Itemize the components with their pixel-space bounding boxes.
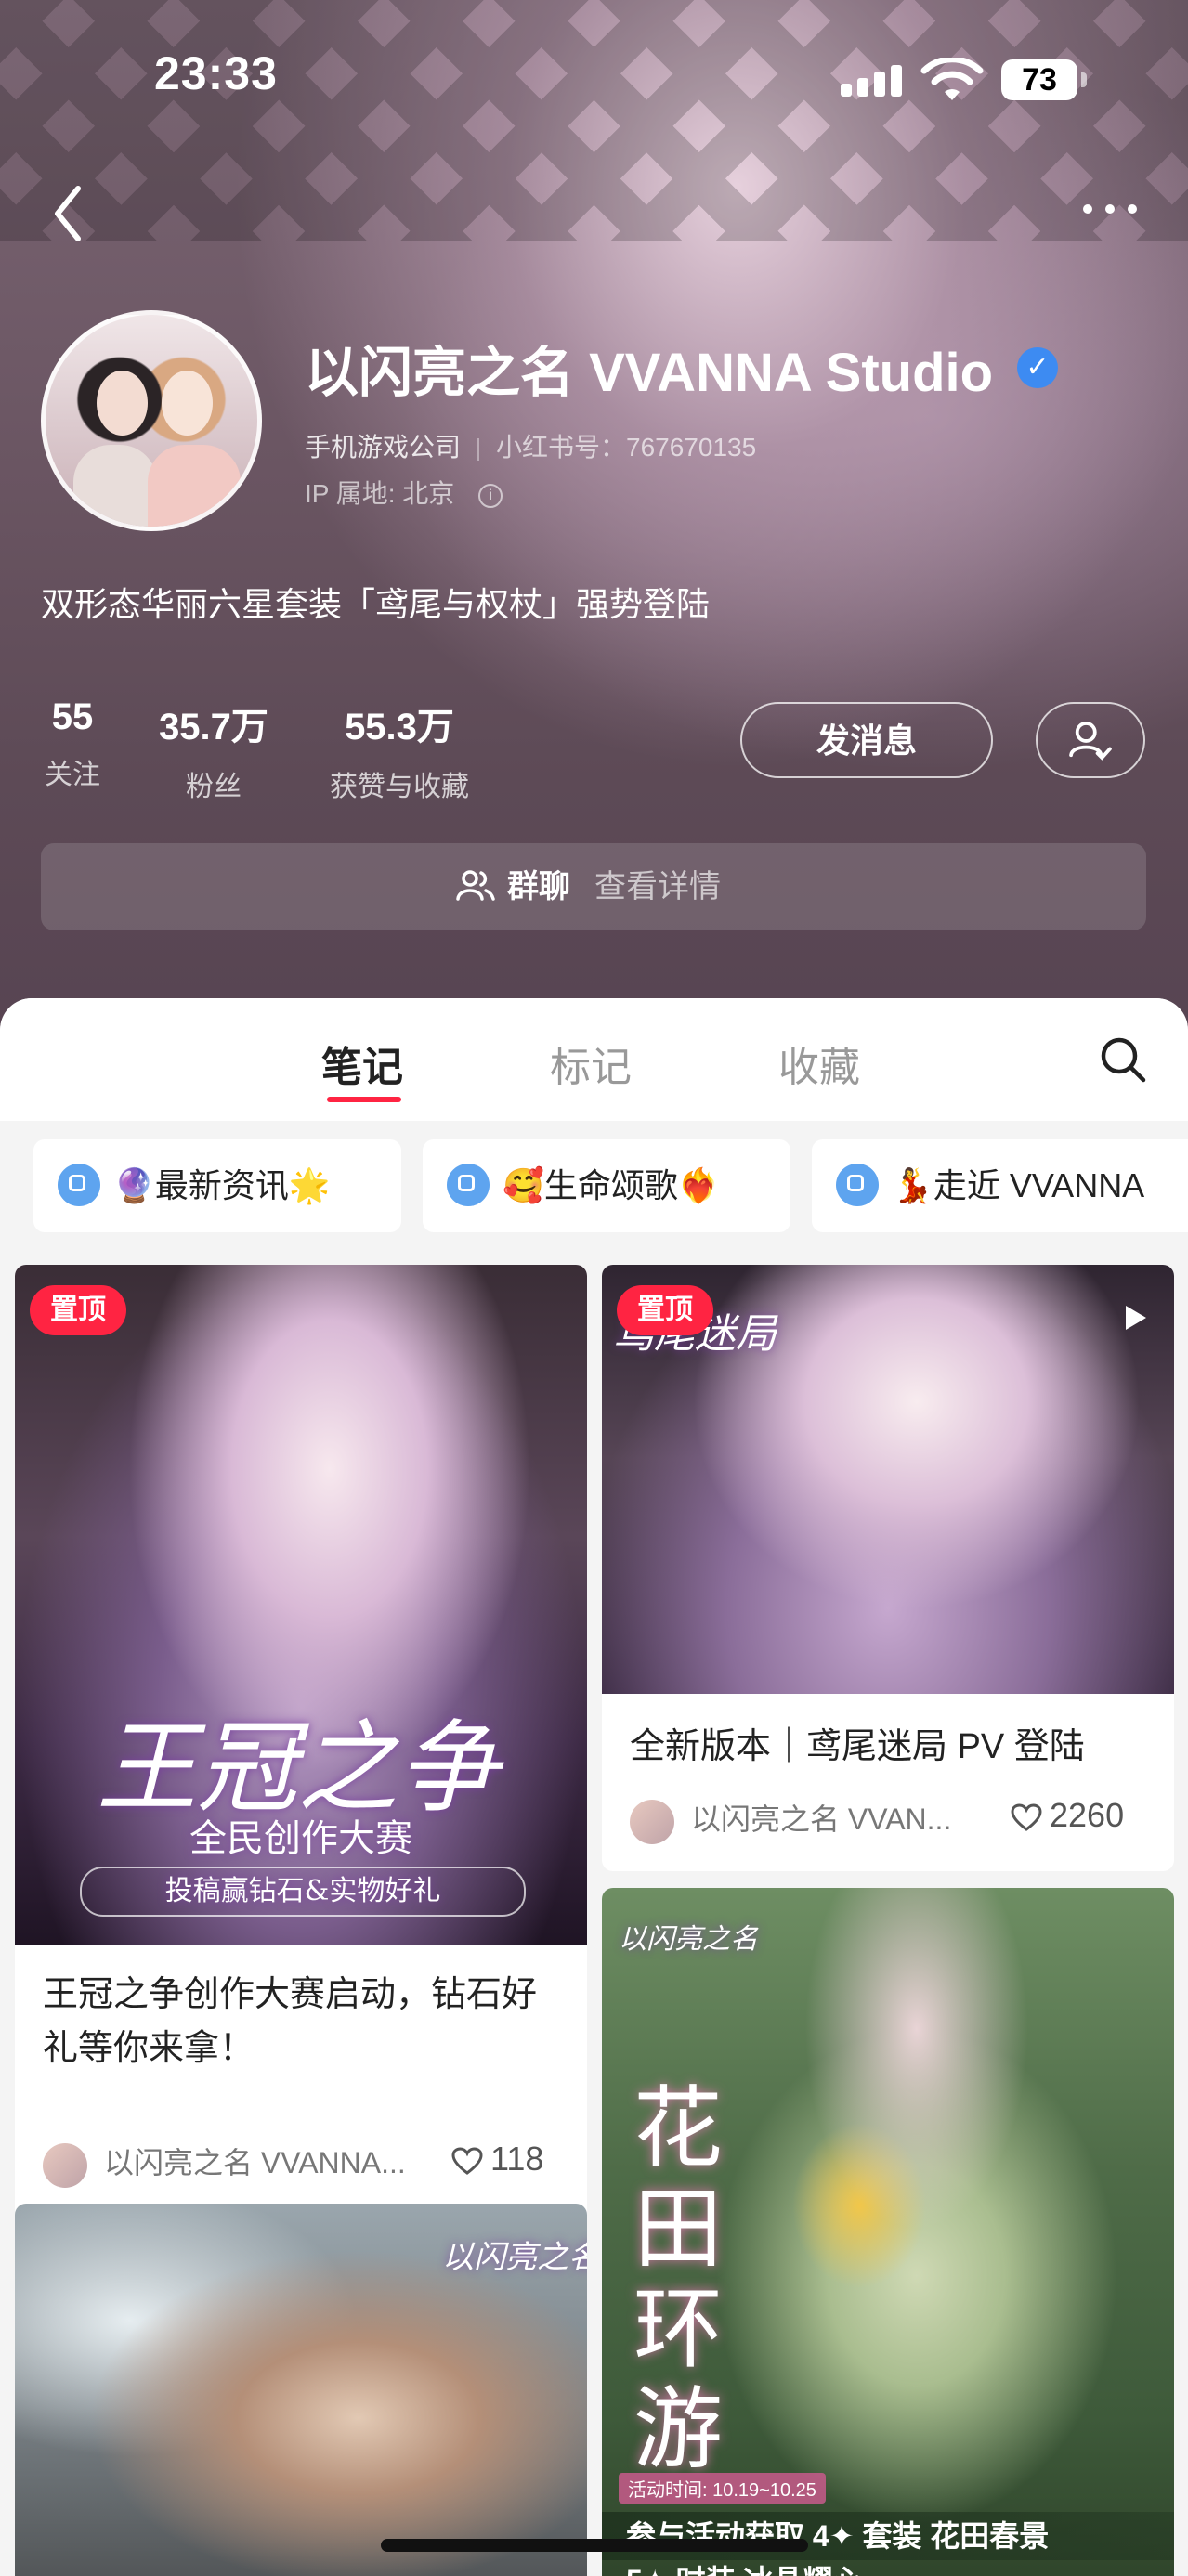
pinned-badge: 置顶 — [30, 1285, 126, 1335]
chip-about-vvanna[interactable]: 💃走近 VVANNA — [812, 1139, 1188, 1232]
cover-logo: 以闪亮之名 — [442, 2239, 587, 2276]
note-cover-image: 以闪亮之名 — [15, 2204, 587, 2576]
cover-logo: 以闪亮之名 — [619, 1923, 758, 1956]
profile-avatar[interactable] — [41, 310, 262, 531]
home-indicator[interactable] — [381, 2539, 808, 2552]
send-message-button[interactable]: 发消息 — [740, 702, 993, 778]
search-icon[interactable] — [1099, 1035, 1147, 1084]
collection-icon — [58, 1164, 100, 1207]
verified-badge-icon: ✓ — [1017, 347, 1058, 388]
header-background-pattern — [0, 0, 1188, 241]
note-cover-image: 王冠之争 全民创作大赛 投稿赢钻石&实物好礼 — [15, 1265, 587, 1945]
collection-icon — [447, 1164, 490, 1207]
like-count[interactable]: 118 — [451, 2140, 543, 2179]
battery-indicator: 73 — [1001, 59, 1087, 100]
cover-banner: 投稿赢钻石&实物好礼 — [80, 1867, 526, 1917]
stat-followers[interactable]: 35.7万 粉丝 — [149, 696, 279, 804]
chip-latest-news[interactable]: 🔮最新资讯🌟 — [33, 1139, 401, 1232]
note-card-3[interactable]: 以闪亮之名 — [15, 2204, 587, 2576]
chip-life-song[interactable]: 🥰生命颂歌❤️‍🔥 — [423, 1139, 790, 1232]
collection-chips: 🔮最新资讯🌟 🥰生命颂歌❤️‍🔥 💃走近 VVANNA — [0, 1121, 1188, 1249]
note-cover-image: 以闪亮之名 花田环游 活动时间: 10.19~10.25 参与活动获取 4✦ 套… — [602, 1888, 1174, 2576]
back-arrow-icon[interactable] — [46, 181, 93, 246]
like-count[interactable]: 2260 — [1011, 1796, 1124, 1835]
note-author[interactable]: 以闪亮之名 VVAN... — [630, 1796, 951, 1844]
cover-banner-2: 5✦ 时装 冰晶耀心 — [602, 2562, 1174, 2576]
info-icon[interactable]: i — [478, 483, 503, 508]
author-avatar — [43, 2142, 87, 2188]
group-chat-detail: 查看详情 — [594, 869, 721, 904]
profile-bio: 双形态华丽六星套装「鸢尾与权杖」强势登陆 — [41, 585, 711, 623]
note-title: 全新版本｜鸢尾迷局 PV 登陆 — [630, 1727, 1085, 1766]
tab-notes[interactable]: 笔记 — [321, 1034, 403, 1093]
wifi-icon — [920, 58, 984, 100]
cover-subtitle: 全民创作大赛 — [189, 1817, 412, 1860]
heart-icon — [451, 2147, 483, 2176]
note-card-2[interactable]: 鸢尾迷局 置顶 全新版本｜鸢尾迷局 PV 登陆 以闪亮之名 VVAN... 22… — [602, 1265, 1174, 1871]
user-check-icon — [1069, 722, 1112, 761]
cover-title: 花田环游 — [633, 2076, 723, 2481]
author-avatar — [630, 1799, 674, 1844]
note-card-4[interactable]: 以闪亮之名 花田环游 活动时间: 10.19~10.25 参与活动获取 4✦ 套… — [602, 1888, 1174, 2576]
cover-banner: 参与活动获取 4✦ 套装 花田春景 — [602, 2512, 1174, 2560]
ip-location-text: IP 属地: 北京 — [305, 479, 455, 508]
tab-bar: 笔记 标记 收藏 — [0, 998, 1188, 1122]
profile-meta: 手机游戏公司 小红书号：767670135 — [305, 427, 756, 464]
group-chat-label: 群聊 — [507, 869, 570, 904]
group-chat-bar[interactable]: 群聊 查看详情 — [41, 843, 1146, 930]
followed-user-button[interactable] — [1036, 702, 1145, 778]
status-bar: 23:33 73 — [0, 37, 1188, 121]
profile-name: 以闪亮之名 VVANNA Studio — [305, 343, 994, 403]
profile-red-id: 小红书号：767670135 — [496, 433, 757, 462]
ip-location: IP 属地: 北京 i — [305, 474, 503, 511]
tab-marks[interactable]: 标记 — [550, 1034, 632, 1093]
group-users-icon — [456, 870, 495, 901]
tab-collections[interactable]: 收藏 — [778, 1034, 860, 1093]
stat-following[interactable]: 55 关注 — [41, 696, 104, 792]
content-panel: 笔记 标记 收藏 🔮最新资讯🌟 🥰生命颂歌❤️‍🔥 💃走近 VVANNA 王冠之… — [0, 998, 1188, 2576]
signal-icon — [841, 65, 904, 97]
heart-icon — [1011, 1803, 1042, 1832]
note-card-1[interactable]: 王冠之争 全民创作大赛 投稿赢钻石&实物好礼 置顶 王冠之争创作大赛启动，钻石好… — [15, 1265, 587, 2221]
note-author[interactable]: 以闪亮之名 VVANNA... — [43, 2140, 406, 2188]
video-play-icon — [1126, 1306, 1146, 1330]
cover-event-time: 活动时间: 10.19~10.25 — [619, 2473, 826, 2504]
active-tab-indicator — [327, 1097, 401, 1102]
stat-likes-collects[interactable]: 55.3万 获赞与收藏 — [320, 696, 478, 804]
profile-category: 手机游戏公司 — [305, 433, 462, 462]
more-options-icon[interactable] — [1077, 190, 1142, 228]
status-time: 23:33 — [154, 47, 278, 99]
collection-icon — [836, 1164, 879, 1207]
pinned-badge: 置顶 — [617, 1285, 713, 1335]
note-title: 王冠之争创作大赛启动，钻石好礼等你来拿！ — [43, 1975, 538, 2068]
